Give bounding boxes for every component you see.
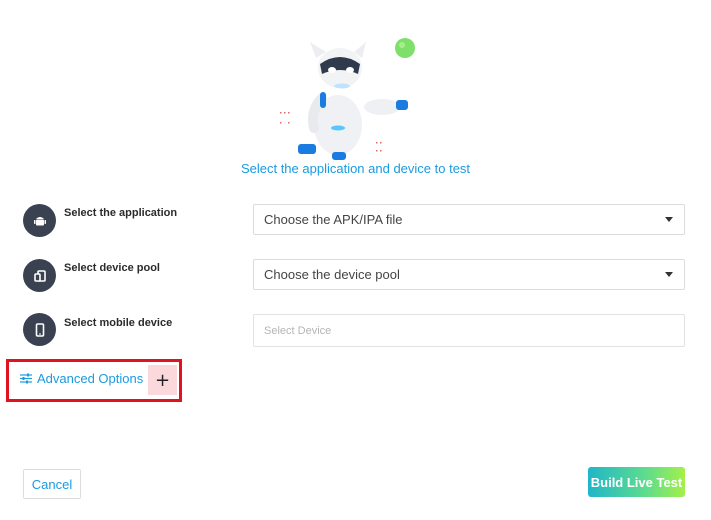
mobile-device-input[interactable] bbox=[253, 314, 685, 347]
build-live-test-button[interactable]: Build Live Test bbox=[588, 467, 685, 497]
application-label: Select the application bbox=[64, 207, 178, 219]
chevron-down-icon bbox=[665, 217, 673, 222]
mobile-device-label: Select mobile device bbox=[64, 317, 173, 329]
cancel-button[interactable]: Cancel bbox=[23, 469, 81, 499]
advanced-options-expand-button[interactable]: + bbox=[148, 365, 177, 395]
device-pool-icon bbox=[23, 259, 56, 292]
chevron-down-icon bbox=[665, 272, 673, 277]
advanced-options-label: Advanced Options bbox=[37, 371, 144, 386]
sliders-icon bbox=[20, 373, 32, 384]
device-pool-label: Select device pool bbox=[64, 262, 160, 274]
application-select[interactable]: Choose the APK/IPA file bbox=[253, 204, 685, 235]
application-select-value: Choose the APK/IPA file bbox=[264, 212, 403, 227]
mobile-phone-icon bbox=[23, 313, 56, 346]
robot-mascot-icon bbox=[280, 38, 415, 160]
android-icon bbox=[23, 204, 56, 237]
device-pool-select-value: Choose the device pool bbox=[264, 267, 400, 282]
device-pool-select[interactable]: Choose the device pool bbox=[253, 259, 685, 290]
page-subtitle: Select the application and device to tes… bbox=[240, 161, 471, 176]
advanced-options-link[interactable]: Advanced Options bbox=[20, 371, 143, 386]
